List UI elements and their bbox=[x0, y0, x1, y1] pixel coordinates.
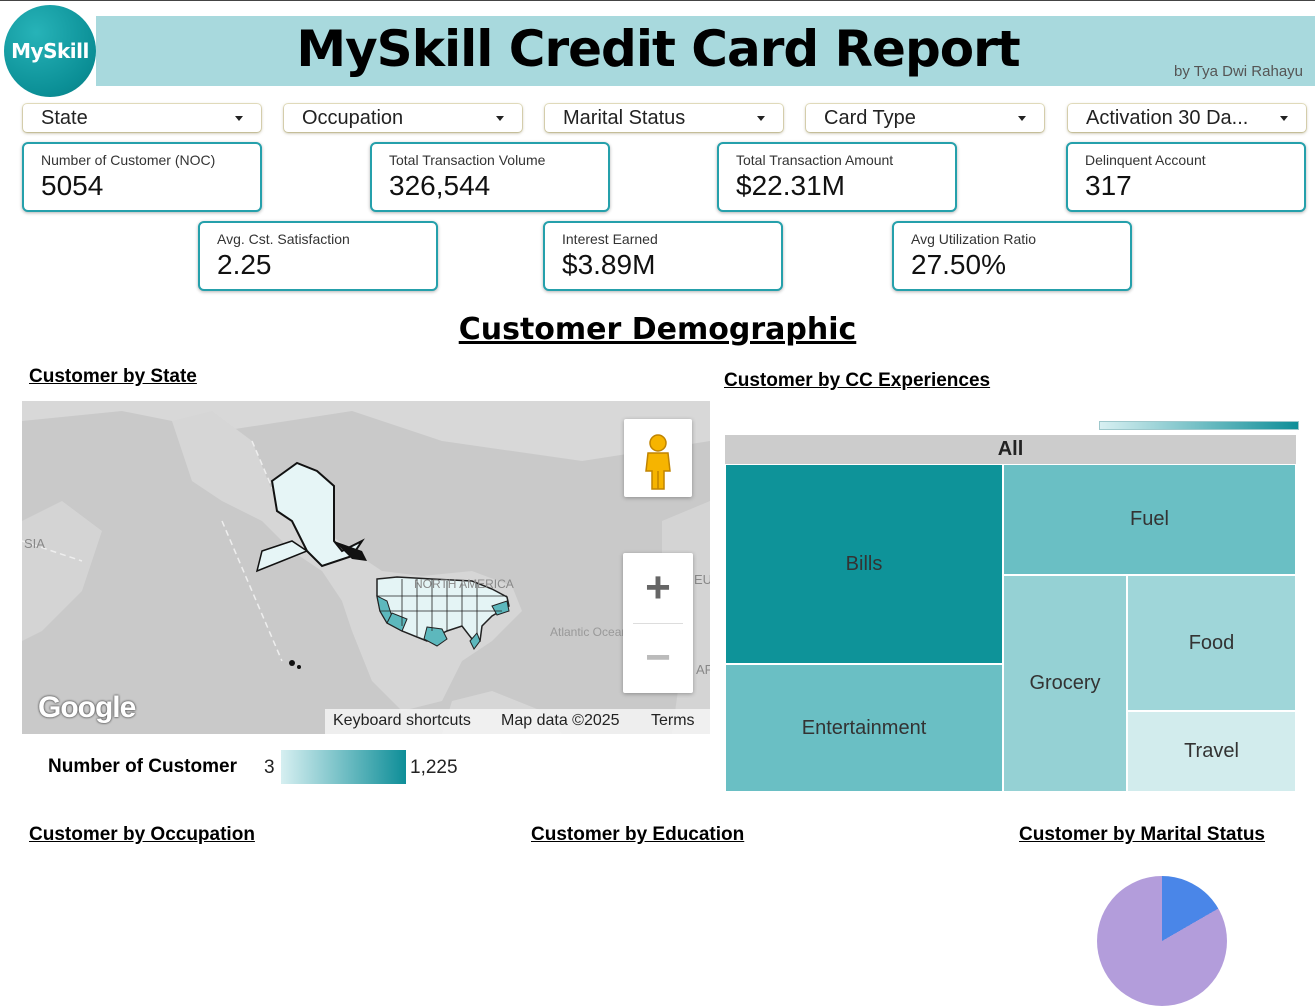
treemap-cell-label: Travel bbox=[1184, 740, 1239, 762]
top-border bbox=[0, 0, 1315, 1]
google-logo: Google bbox=[38, 691, 136, 724]
zoom-out-button[interactable]: − bbox=[623, 623, 693, 693]
section-title: Customer Demographic bbox=[458, 312, 857, 347]
kpi-label: Avg. Cst. Satisfaction bbox=[217, 231, 350, 247]
marital-status-filter[interactable]: Marital Status bbox=[545, 104, 783, 132]
state-filter[interactable]: State bbox=[23, 104, 261, 132]
map-label-africa: AF bbox=[696, 662, 710, 677]
kpi-label: Avg Utilization Ratio bbox=[911, 231, 1037, 247]
education-chart-title: Customer by Education bbox=[531, 824, 745, 845]
chevron-down-icon bbox=[757, 115, 765, 121]
chevron-down-icon bbox=[1280, 115, 1288, 121]
occupation-chart-title: Customer by Occupation bbox=[29, 824, 255, 845]
kpi-label: Number of Customer (NOC) bbox=[41, 152, 216, 168]
treemap-cell-label: Fuel bbox=[1130, 508, 1169, 530]
map-canvas: SIA NORTH AMERICA Atlantic Ocean EU AF bbox=[22, 401, 710, 734]
kpi-value: 317 bbox=[1085, 170, 1132, 201]
kpi-value: 27.50% bbox=[911, 249, 1006, 280]
kpi-card-delinquent: Delinquent Account 317 bbox=[1066, 142, 1306, 212]
kpi-card-transaction-amount: Total Transaction Amount $22.31M bbox=[717, 142, 957, 212]
treemap-color-scale bbox=[1099, 421, 1299, 430]
kpi-card-satisfaction: Avg. Cst. Satisfaction 2.25 bbox=[198, 221, 438, 291]
treemap-cell-travel[interactable]: Travel bbox=[1127, 711, 1296, 792]
activation-filter-label: Activation 30 Da... bbox=[1086, 106, 1249, 129]
myskill-logo: MySkill bbox=[4, 5, 96, 97]
kpi-value: 5054 bbox=[41, 170, 104, 201]
kpi-label: Total Transaction Volume bbox=[389, 152, 546, 168]
marital-status-filter-label: Marital Status bbox=[563, 106, 686, 129]
activation-filter[interactable]: Activation 30 Da... bbox=[1068, 104, 1306, 132]
state-map[interactable]: SIA NORTH AMERICA Atlantic Ocean EU AF +… bbox=[22, 401, 710, 734]
street-view-pegman-button[interactable] bbox=[624, 419, 692, 497]
map-label-atlantic: Atlantic Ocean bbox=[550, 625, 628, 639]
kpi-label: Interest Earned bbox=[562, 231, 658, 247]
treemap-cell-label: Entertainment bbox=[801, 716, 927, 739]
treemap-cell-label: Food bbox=[1188, 631, 1235, 654]
kpi-label: Total Transaction Amount bbox=[736, 152, 894, 168]
treemap-cell-grocery[interactable]: Grocery bbox=[1003, 575, 1127, 792]
terms-link[interactable]: Terms bbox=[643, 709, 710, 734]
occupation-filter-label: Occupation bbox=[302, 106, 404, 129]
kpi-card-utilization: Avg Utilization Ratio 27.50% bbox=[892, 221, 1132, 291]
pegman-icon bbox=[645, 434, 671, 490]
map-legend-min: 3 bbox=[264, 757, 275, 778]
kpi-value: $3.89M bbox=[562, 249, 656, 280]
marital-status-pie-chart[interactable] bbox=[1097, 876, 1227, 1006]
chevron-down-icon bbox=[1018, 115, 1026, 121]
treemap-cell-label: Bills bbox=[845, 552, 883, 575]
page-title: MySkill Credit Card Report bbox=[296, 20, 1020, 78]
chevron-down-icon bbox=[235, 115, 243, 121]
kpi-value: 326,544 bbox=[389, 170, 491, 201]
kpi-value: 2.25 bbox=[217, 249, 272, 280]
map-data-attribution: Map data ©2025 bbox=[495, 709, 643, 734]
treemap-cell-bills[interactable]: Bills bbox=[725, 464, 1003, 664]
keyboard-shortcuts-link[interactable]: Keyboard shortcuts bbox=[325, 709, 495, 734]
treemap-cell-food[interactable]: Food bbox=[1127, 575, 1296, 711]
map-legend-gradient bbox=[281, 750, 406, 784]
map-label-europe: EU bbox=[694, 572, 710, 587]
treemap-title: Customer by CC Experiences bbox=[724, 370, 991, 391]
author-byline: by Tya Dwi Rahayu bbox=[1174, 63, 1303, 80]
treemap-root-header[interactable]: All bbox=[725, 435, 1296, 464]
occupation-filter[interactable]: Occupation bbox=[284, 104, 522, 132]
kpi-label: Delinquent Account bbox=[1085, 152, 1206, 168]
marital-status-chart-title: Customer by Marital Status bbox=[1019, 824, 1265, 845]
treemap-cell-label: Grocery bbox=[1029, 672, 1101, 694]
kpi-card-interest: Interest Earned $3.89M bbox=[543, 221, 783, 291]
zoom-in-button[interactable]: + bbox=[623, 553, 693, 623]
map-chart-title: Customer by State bbox=[29, 366, 197, 387]
zoom-controls: + − bbox=[623, 553, 693, 693]
map-legend-label: Number of Customer bbox=[48, 756, 237, 777]
treemap-cell-fuel[interactable]: Fuel bbox=[1003, 464, 1296, 575]
card-type-filter[interactable]: Card Type bbox=[806, 104, 1044, 132]
treemap-cell-entertainment[interactable]: Entertainment bbox=[725, 664, 1003, 792]
kpi-card-noc: Number of Customer (NOC) 5054 bbox=[22, 142, 262, 212]
kpi-card-transaction-volume: Total Transaction Volume 326,544 bbox=[370, 142, 610, 212]
map-label-north-america: NORTH AMERICA bbox=[414, 577, 514, 591]
map-label-asia: SIA bbox=[24, 536, 45, 551]
logo-text: MySkill bbox=[11, 39, 89, 63]
chevron-down-icon bbox=[496, 115, 504, 121]
card-type-filter-label: Card Type bbox=[824, 106, 916, 129]
map-legend-max: 1,225 bbox=[410, 757, 458, 778]
kpi-value: $22.31M bbox=[736, 170, 845, 201]
state-filter-label: State bbox=[41, 106, 88, 129]
